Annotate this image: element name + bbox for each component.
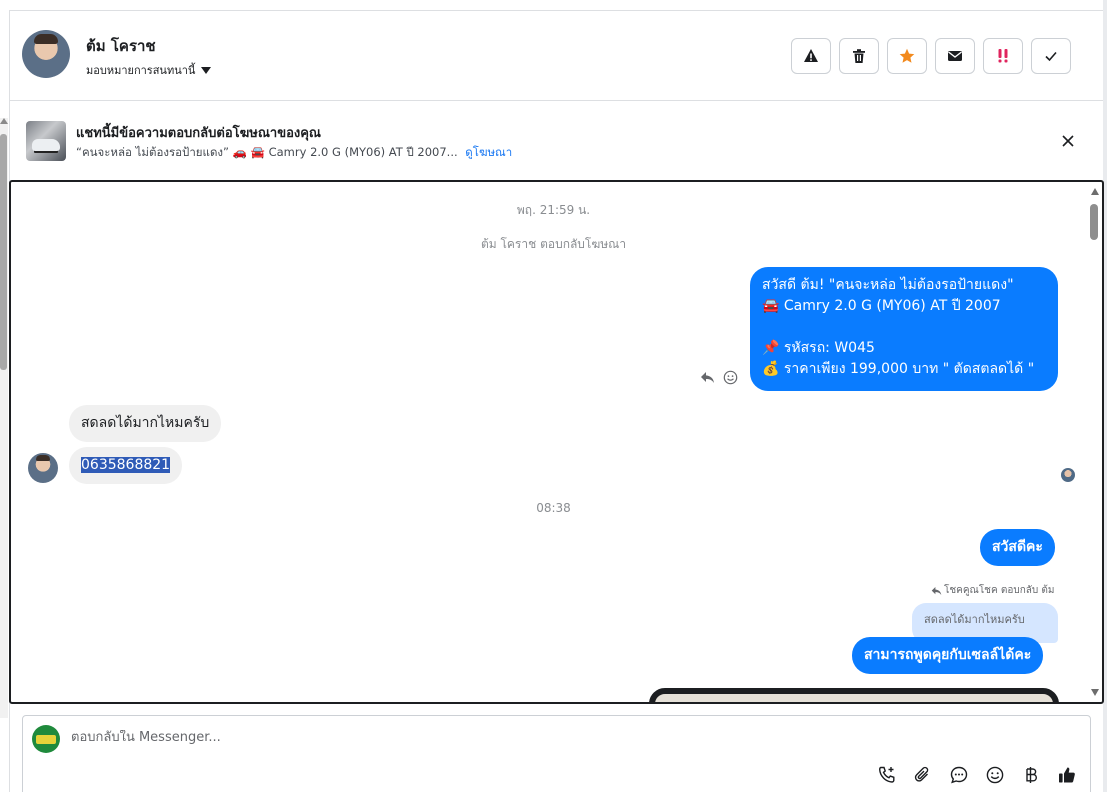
- message-hover-actions: [700, 370, 738, 385]
- ad-thumbnail[interactable]: [26, 121, 66, 161]
- message-line: 🚘 Camry 2.0 G (MY06) AT ปี 2007: [762, 298, 1001, 314]
- assign-conversation-dropdown[interactable]: มอบหมายการสนทนานี้: [86, 61, 212, 79]
- ad-subtitle-text: “คนจะหล่อ ไม่ต้องรอป้ายแดง” 🚗 🚘 Camry 2.…: [76, 145, 458, 159]
- message-line: 📌 รหัสรถ: W045: [762, 340, 875, 356]
- baht-icon: [1026, 767, 1038, 783]
- selected-phone-number[interactable]: 0635868821: [81, 457, 171, 473]
- caret-down-icon: [201, 66, 212, 74]
- contact-avatar-small[interactable]: [28, 453, 58, 483]
- reply-input[interactable]: [71, 730, 771, 745]
- paperclip-icon: [914, 766, 929, 782]
- mark-unread-button[interactable]: [935, 38, 975, 74]
- message-thread[interactable]: พฤ. 21:59 น. ต้ม โคราช ตอบกลับโฆษณา สวัส…: [9, 180, 1104, 704]
- contact-name[interactable]: ต้ม โคราช: [86, 34, 156, 58]
- delete-button[interactable]: [839, 38, 879, 74]
- close-banner-button[interactable]: [1058, 131, 1078, 151]
- outgoing-message[interactable]: สวัสดี ต้ม! "คนจะหล่อ ไม่ต้องรอป้ายแดง" …: [750, 267, 1058, 391]
- seen-avatar: [1061, 468, 1075, 482]
- conversation-header: ต้ม โคราช มอบหมายการสนทนานี้: [10, 11, 1103, 101]
- chat-bubble-icon: [950, 766, 968, 784]
- outgoing-message[interactable]: สวัสดีคะ: [980, 529, 1055, 566]
- scroll-thumb[interactable]: [0, 134, 7, 370]
- trash-icon: [853, 49, 865, 63]
- thumbs-up-icon: [1059, 767, 1075, 783]
- timestamp: พฤ. 21:59 น.: [516, 203, 591, 217]
- call-button[interactable]: [876, 764, 898, 786]
- outgoing-message[interactable]: สามารถพูดคุยกับเซลล์ได้คะ: [852, 637, 1044, 674]
- message-line: สวัสดี ต้ม! "คนจะหล่อ ไม่ต้องรอป้ายแดง": [762, 277, 1014, 293]
- check-icon: [1045, 51, 1057, 62]
- smiley-icon[interactable]: [723, 370, 738, 385]
- header-actions: [791, 38, 1071, 74]
- mark-done-button[interactable]: [1031, 38, 1071, 74]
- exclamation-icon: [998, 49, 1008, 63]
- reply-arrow-icon: [931, 586, 942, 595]
- scroll-up-arrow[interactable]: [1091, 188, 1099, 195]
- incoming-message[interactable]: 0635868821: [69, 447, 183, 484]
- warning-icon: [804, 49, 818, 62]
- page-avatar: [32, 725, 60, 753]
- page-scrollbar[interactable]: [0, 118, 8, 718]
- scroll-thumb[interactable]: [1090, 204, 1098, 240]
- close-icon: [1062, 135, 1074, 147]
- timestamp: 08:38: [536, 501, 571, 515]
- incoming-message[interactable]: สดลดได้มากไหมครับ: [69, 405, 222, 442]
- contact-avatar[interactable]: [22, 30, 70, 78]
- reply-indicator: โชคคูณโชค ตอบกลับ ต้ม: [931, 583, 1054, 598]
- scroll-down-arrow[interactable]: [1091, 689, 1099, 696]
- attach-button[interactable]: [912, 764, 934, 786]
- thread-scrollbar[interactable]: [1088, 182, 1102, 702]
- like-button[interactable]: [1056, 764, 1078, 786]
- scroll-up-arrow[interactable]: [0, 118, 8, 124]
- view-ad-link[interactable]: ดูโฆษณา: [465, 145, 512, 159]
- ad-reply-banner: แชทนี้มีข้อความตอบกลับต่อโฆษณาของคุณ “คน…: [10, 101, 1103, 180]
- emoji-button[interactable]: [984, 764, 1006, 786]
- message-composer: [22, 715, 1091, 792]
- event-notice: ต้ม โคราช ตอบกลับโฆษณา: [480, 237, 627, 251]
- mark-spam-button[interactable]: [791, 38, 831, 74]
- envelope-icon: [948, 51, 962, 61]
- composer-tools: [876, 764, 1078, 786]
- inbox-conversation-view: ต้ม โคราช มอบหมายการสนทนานี้ แชทนี้มีข้อ…: [0, 0, 1107, 792]
- call-add-icon: [878, 766, 895, 783]
- reply-icon[interactable]: [700, 371, 715, 384]
- saved-replies-button[interactable]: [948, 764, 970, 786]
- follow-up-button[interactable]: [983, 38, 1023, 74]
- ad-banner-subtitle: “คนจะหล่อ ไม่ต้องรอป้ายแดง” 🚗 🚘 Camry 2.…: [76, 144, 512, 162]
- payment-button[interactable]: [1020, 764, 1042, 786]
- message-line: 💰 ราคาเพียง 199,000 บาท " ตัดสตลดได้ ": [762, 361, 1035, 377]
- ad-banner-title: แชทนี้มีข้อความตอบกลับต่อโฆษณาของคุณ: [76, 126, 321, 141]
- star-icon: [899, 48, 915, 63]
- star-button[interactable]: [887, 38, 927, 74]
- assign-label: มอบหมายการสนทนานี้: [86, 64, 196, 77]
- media-attachment-preview[interactable]: [649, 688, 1059, 702]
- reply-indicator-text: โชคคูณโชค ตอบกลับ ต้ม: [944, 585, 1055, 596]
- smiley-icon: [986, 766, 1004, 784]
